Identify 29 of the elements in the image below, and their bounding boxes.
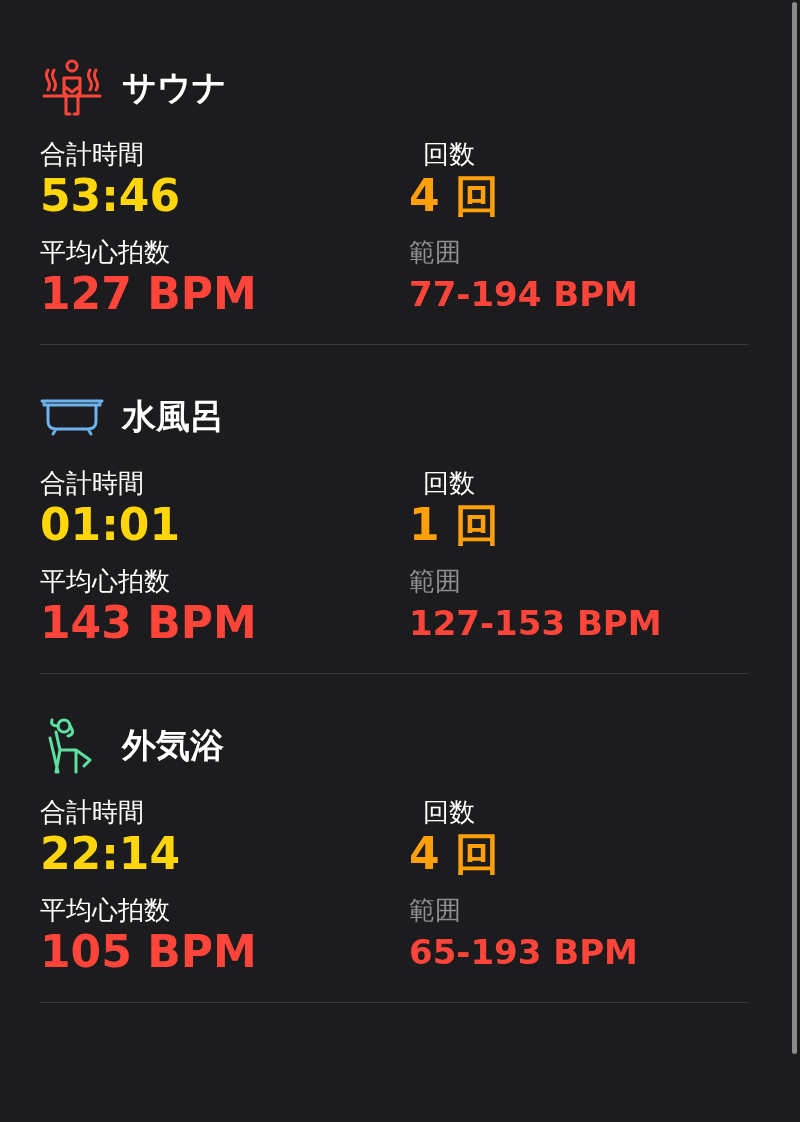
stat-value: 1 回 bbox=[409, 499, 499, 551]
stat-value: 127-153 BPM bbox=[409, 602, 662, 645]
stat-value: 143 BPM bbox=[40, 597, 257, 649]
stat-value: 4 回 bbox=[409, 828, 499, 880]
stat-value: 105 BPM bbox=[40, 926, 257, 978]
section-title: 外気浴 bbox=[122, 724, 224, 767]
stat-label: 回数 bbox=[422, 467, 475, 499]
stat-value: 22:14 bbox=[40, 828, 181, 880]
bathtub-icon bbox=[40, 397, 104, 437]
stat-label: 合計時間 bbox=[40, 467, 144, 499]
section-title: サウナ bbox=[122, 66, 227, 109]
stat-label: 合計時間 bbox=[40, 138, 144, 170]
stat-value: 127 BPM bbox=[40, 268, 257, 320]
stat-value: 53:46 bbox=[40, 170, 181, 222]
stat-label: 回数 bbox=[422, 796, 475, 828]
stat-value: 65-193 BPM bbox=[409, 931, 638, 974]
stat-label: 回数 bbox=[422, 138, 475, 170]
stat-label: 平均心拍数 bbox=[40, 236, 170, 268]
stat-label: 範囲 bbox=[409, 894, 461, 926]
stat-label: 平均心拍数 bbox=[40, 894, 170, 926]
stat-label: 合計時間 bbox=[40, 796, 144, 828]
stat-label: 平均心拍数 bbox=[40, 565, 170, 597]
scrollbar[interactable] bbox=[791, 2, 797, 1054]
stat-label: 範囲 bbox=[409, 565, 461, 597]
section-title: 水風呂 bbox=[122, 395, 224, 438]
stat-value: 77-194 BPM bbox=[409, 273, 638, 316]
stat-value: 01:01 bbox=[40, 499, 181, 551]
stat-label: 範囲 bbox=[409, 236, 461, 268]
stat-value: 4 回 bbox=[409, 170, 499, 222]
